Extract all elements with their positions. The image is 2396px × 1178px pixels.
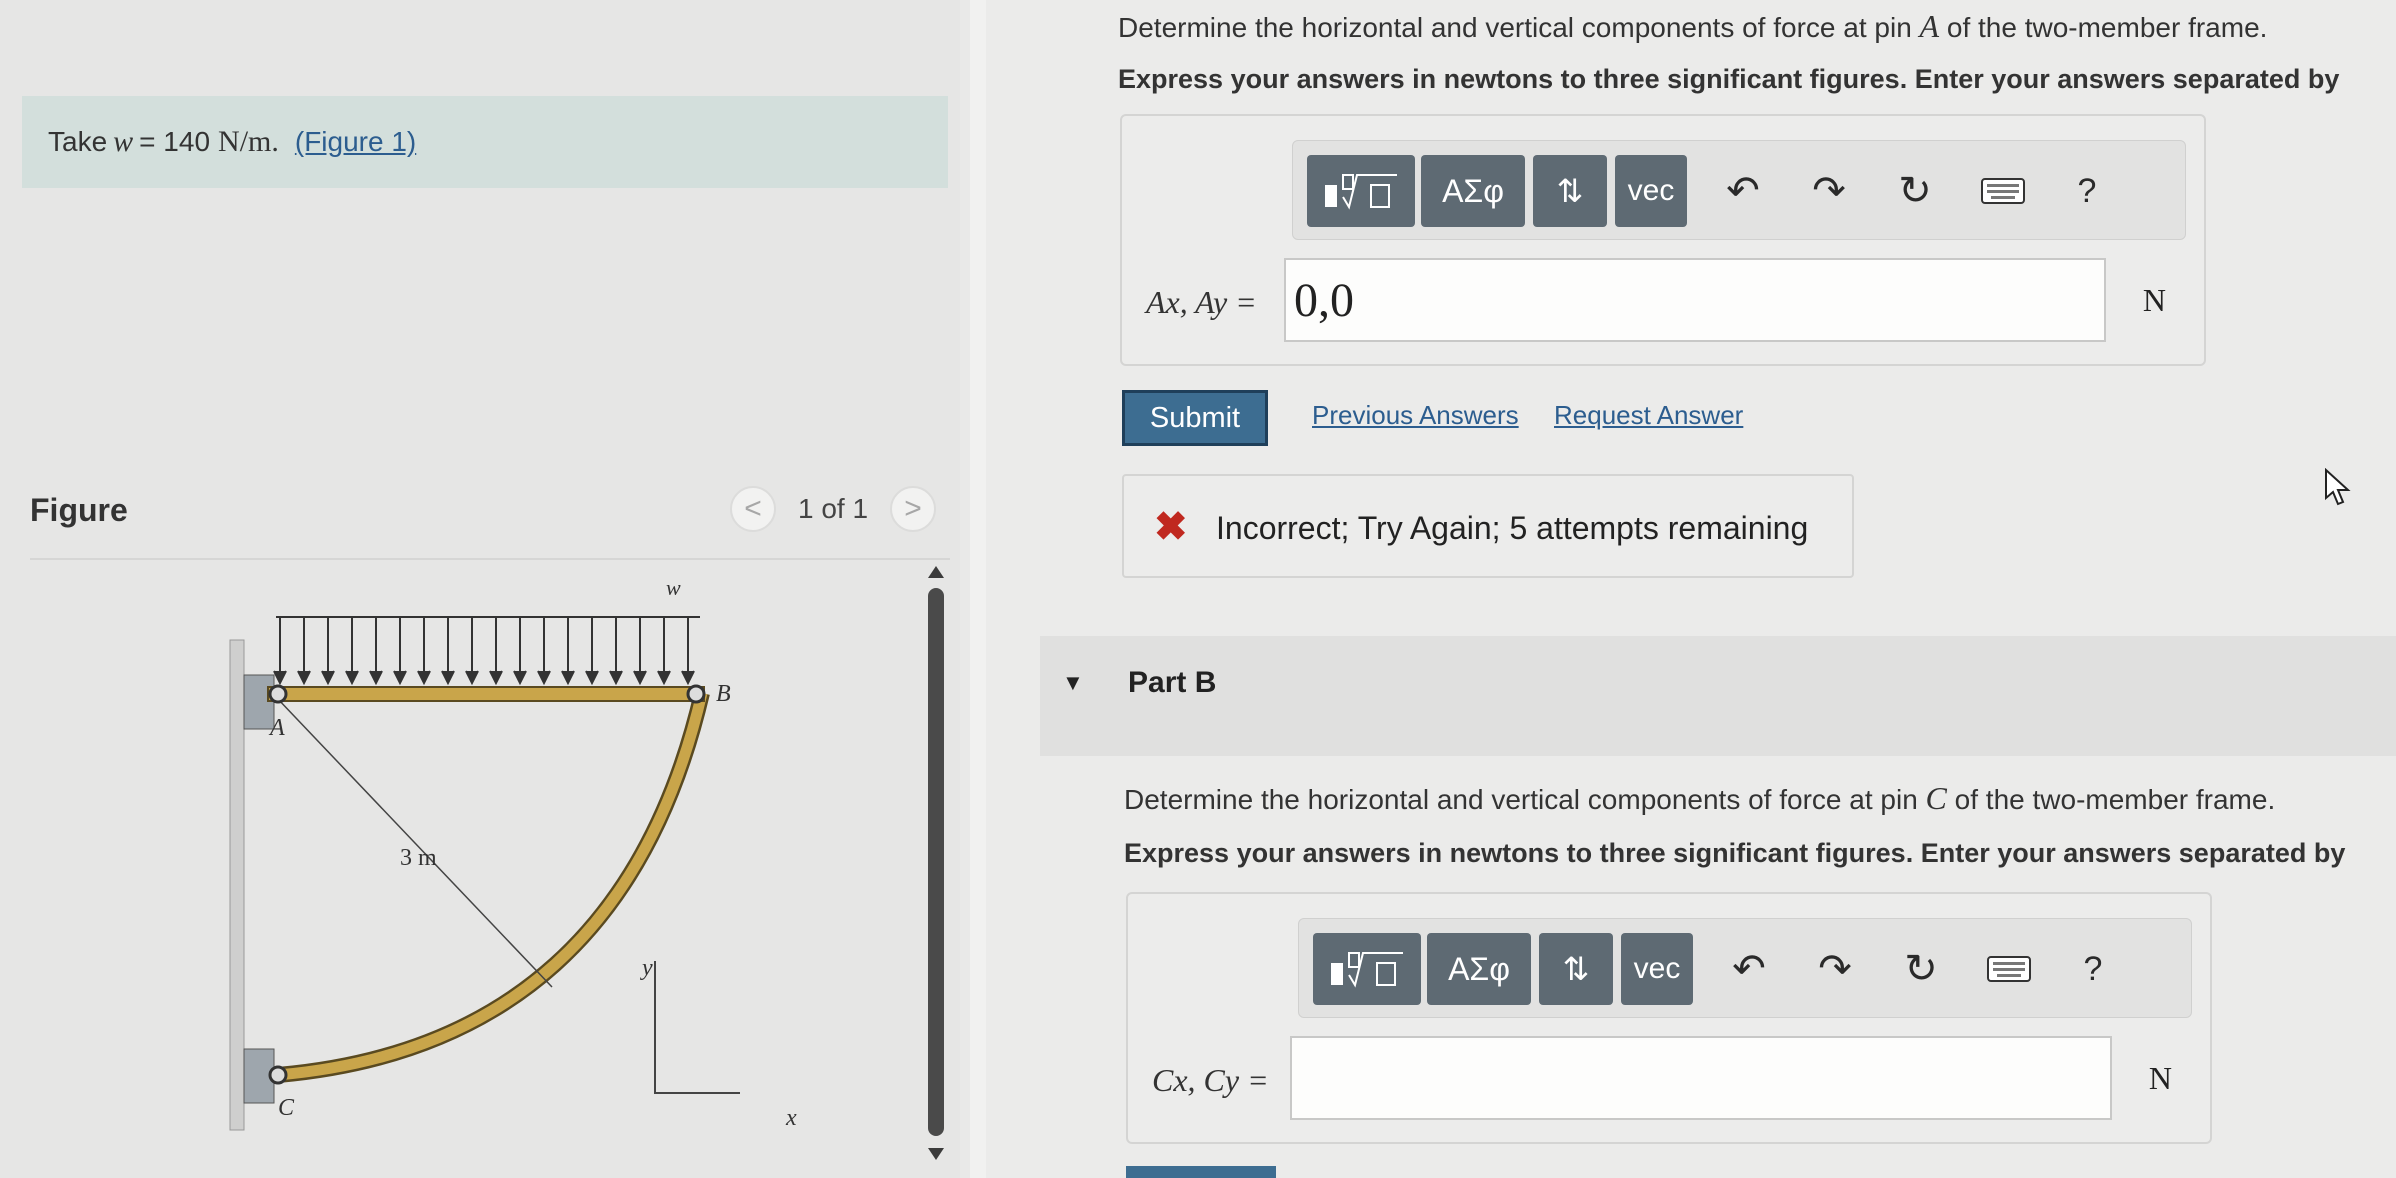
part-a-instructions: Express your answers in newtons to three…	[1118, 64, 2340, 94]
greek-symbols-button-b[interactable]: ΑΣφ	[1427, 933, 1531, 1005]
part-b-header[interactable]	[1040, 636, 2396, 756]
help-icon[interactable]: ?	[2063, 939, 2123, 999]
part-a-unit: N	[2142, 282, 2166, 318]
redo-icon[interactable]: ↷	[1805, 939, 1865, 999]
chevron-left-icon: <	[744, 492, 762, 525]
figure-title: Figure	[30, 492, 128, 528]
undo-icon[interactable]: ↶	[1719, 939, 1779, 999]
part-a-answer-box: ΑΣφ ⇅ vec ↶ ↷ ↻ ? Ax, Ay = 0,0 N	[1120, 114, 2206, 366]
vec-button[interactable]: vec	[1615, 155, 1687, 227]
label-c: C	[278, 1095, 295, 1121]
figure-link[interactable]: (Figure 1)	[295, 126, 416, 158]
axes-indicator	[654, 961, 740, 1094]
part-b-answer-box: ΑΣφ ⇅ vec ↶ ↷ ↻ ? Cx, Cy = N	[1126, 892, 2212, 1144]
templates-button[interactable]	[1307, 155, 1415, 227]
vec-button-b[interactable]: vec	[1621, 933, 1693, 1005]
part-b-math-toolbar: ΑΣφ ⇅ vec ↶ ↷ ↻ ?	[1298, 918, 2192, 1018]
part-b-prompt: Determine the horizontal and vertical co…	[1124, 780, 2275, 817]
scroll-down-icon[interactable]	[928, 1148, 944, 1160]
pin-c	[268, 1065, 288, 1085]
collapse-triangle-icon[interactable]: ▼	[1062, 670, 1084, 696]
submit-button[interactable]: Submit	[1122, 390, 1268, 446]
request-answer-link[interactable]: Request Answer	[1554, 400, 1743, 431]
distributed-load	[273, 616, 700, 686]
part-a-prompt-text: Determine the horizontal and vertical co…	[1118, 12, 1912, 43]
label-w: w	[666, 575, 681, 600]
label-y: y	[640, 955, 653, 981]
part-a-math-toolbar: ΑΣφ ⇅ vec ↶ ↷ ↻ ?	[1292, 140, 2186, 240]
part-a-prompt-tail: of the two-member frame.	[1946, 12, 2268, 43]
part-b-prompt-var: C	[1925, 780, 1947, 816]
part-b-unit: N	[2148, 1060, 2172, 1096]
arrows-button[interactable]: ⇅	[1533, 155, 1607, 227]
pager-text: 1 of 1	[798, 493, 869, 524]
frame-figure: w A B C 3 m y x	[229, 575, 797, 1131]
greek-symbols-button[interactable]: ΑΣφ	[1421, 155, 1525, 227]
keyboard-glyph	[1987, 956, 2031, 982]
pin-b	[686, 684, 706, 704]
part-a-equation-label: Ax, Ay =	[1146, 284, 1257, 320]
given-variable: w	[113, 125, 134, 158]
curved-member-bc	[277, 691, 708, 1081]
figure-divider	[30, 558, 950, 560]
given-values-box: Take w = 140 N/m. (Figure 1)	[22, 96, 948, 188]
scroll-up-icon[interactable]	[928, 566, 944, 578]
label-radius: 3 m	[400, 845, 437, 871]
label-a: A	[268, 715, 285, 741]
next-figure-button[interactable]: >	[890, 486, 937, 532]
beam-ab	[267, 686, 705, 702]
part-b-label[interactable]: Part B	[1128, 666, 1216, 700]
templates-icon	[1331, 952, 1403, 988]
part-b-prompt-text: Determine the horizontal and vertical co…	[1124, 784, 1918, 815]
radius-line	[275, 696, 553, 988]
pin-a	[268, 684, 288, 704]
reset-icon[interactable]: ↻	[1891, 939, 1951, 999]
given-equals: = 140	[139, 126, 211, 157]
part-a-answer-input[interactable]: 0,0	[1284, 258, 2106, 342]
part-b-prompt-tail: of the two-member frame.	[1954, 784, 2276, 815]
keyboard-glyph	[1981, 178, 2025, 204]
wall	[229, 639, 245, 1131]
feedback-box: ✖ Incorrect; Try Again; 5 attempts remai…	[1122, 474, 1854, 578]
keyboard-icon[interactable]	[1973, 161, 2033, 221]
undo-icon[interactable]: ↶	[1713, 161, 1773, 221]
given-unit: N/m.	[218, 125, 279, 158]
previous-answers-link[interactable]: Previous Answers	[1312, 400, 1519, 431]
redo-icon[interactable]: ↷	[1799, 161, 1859, 221]
part-b-instructions: Express your answers in newtons to three…	[1124, 838, 2346, 868]
label-x: x	[785, 1105, 797, 1131]
arrows-button-b[interactable]: ⇅	[1539, 933, 1613, 1005]
figure-scrollbar[interactable]	[926, 566, 946, 1160]
part-b-equation-label: Cx, Cy =	[1152, 1062, 1269, 1098]
scroll-thumb[interactable]	[928, 588, 944, 1136]
part-b-submit-button-partial[interactable]	[1126, 1166, 1276, 1178]
prev-figure-button[interactable]: <	[730, 486, 776, 532]
keyboard-icon[interactable]	[1979, 939, 2039, 999]
panel-divider	[970, 0, 986, 1178]
part-b-answer-input[interactable]	[1290, 1036, 2112, 1120]
templates-icon	[1325, 174, 1397, 210]
part-a-prompt-var: A	[1919, 8, 1940, 44]
reset-icon[interactable]: ↻	[1885, 161, 1945, 221]
label-b: B	[716, 681, 731, 707]
templates-button-b[interactable]	[1313, 933, 1421, 1005]
figure-pager: < 1 of 1 >	[730, 486, 937, 532]
chevron-right-icon: >	[904, 492, 922, 525]
given-prefix: Take	[48, 126, 108, 157]
part-a-prompt: Determine the horizontal and vertical co…	[1118, 8, 2267, 45]
error-x-icon: ✖	[1154, 505, 1188, 549]
feedback-message: Incorrect; Try Again; 5 attempts remaini…	[1216, 510, 1809, 546]
mouse-cursor-icon	[2325, 468, 2351, 506]
help-icon[interactable]: ?	[2057, 161, 2117, 221]
figure-panel: Take w = 140 N/m. (Figure 1) Figure < 1 …	[0, 0, 960, 1178]
